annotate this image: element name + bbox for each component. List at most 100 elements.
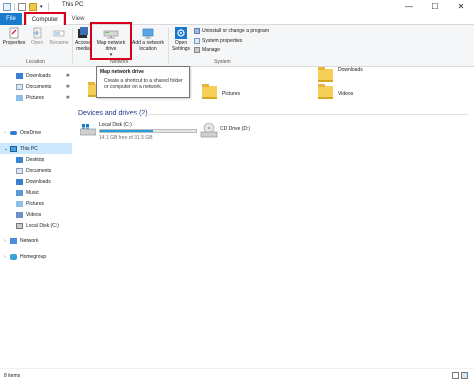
- cloud-icon: [10, 130, 17, 135]
- content-pane: Downloads Pictures Videos Devices and dr…: [72, 67, 474, 366]
- disk-usage-fill: [100, 130, 153, 132]
- open-icon: [31, 27, 43, 39]
- nav-label: Music: [26, 189, 40, 196]
- homegroup-icon: [10, 253, 17, 260]
- nav-label: Downloads: [26, 178, 51, 185]
- app-icon[interactable]: [3, 2, 11, 11]
- download-icon: [16, 72, 23, 79]
- nav-item-documents[interactable]: Documents ✱: [0, 81, 72, 92]
- programs-icon: [194, 28, 200, 34]
- nav-item-downloads-pc[interactable]: Downloads: [0, 176, 72, 187]
- nav-item-videos[interactable]: Videos: [0, 209, 72, 220]
- access-media-label: Access media: [74, 40, 92, 52]
- download-icon: [16, 178, 23, 185]
- ribbon-tabs: File Computer View: [0, 13, 474, 25]
- documents-icon: [16, 167, 23, 174]
- large-icons-view-button[interactable]: [461, 372, 468, 379]
- uninstall-program-button[interactable]: Uninstall or change a program: [194, 28, 269, 34]
- nav-item-network[interactable]: › Network: [0, 235, 72, 246]
- computer-icon: [10, 145, 17, 152]
- pictures-folder-icon[interactable]: [202, 84, 217, 99]
- rename-button[interactable]: Rename: [48, 27, 70, 46]
- manage-label: Manage: [202, 47, 221, 53]
- status-bar: 8 items: [0, 368, 474, 381]
- nav-label: Downloads: [26, 72, 51, 79]
- pin-icon[interactable]: ✱: [66, 95, 70, 101]
- gear-icon: [175, 27, 187, 39]
- folder-label-pictures[interactable]: Pictures: [222, 91, 240, 97]
- disk-usage-bar: [99, 129, 197, 133]
- nav-item-downloads[interactable]: Downloads ✱: [0, 70, 72, 81]
- cd-drive-item[interactable]: CD Drive (D:): [200, 122, 280, 142]
- nav-label: Videos: [26, 211, 42, 218]
- nav-label: Desktop: [26, 156, 45, 163]
- pictures-icon: [16, 94, 23, 101]
- add-network-location-label: Add a network location: [132, 40, 164, 52]
- open-label: Open: [30, 40, 44, 46]
- nav-item-documents-pc[interactable]: Documents: [0, 165, 72, 176]
- videos-folder-icon[interactable]: [318, 84, 333, 99]
- nav-item-pictures-pc[interactable]: Pictures: [0, 198, 72, 209]
- add-network-location-button[interactable]: Add a network location: [130, 27, 166, 52]
- group-divider: [168, 28, 169, 64]
- videos-icon: [16, 211, 23, 218]
- section-divider: [128, 114, 468, 115]
- open-settings-button[interactable]: Open Settings: [170, 27, 192, 52]
- nav-item-homegroup[interactable]: › Homegroup: [0, 251, 72, 262]
- nav-label: Pictures: [26, 94, 45, 101]
- tooltip-map-network-drive: Map network drive Create a shortcut to a…: [96, 66, 190, 98]
- drive-icon: [16, 222, 23, 229]
- manage-button[interactable]: Manage: [194, 47, 220, 53]
- pin-icon[interactable]: ✱: [66, 73, 70, 79]
- nav-label: This PC: [20, 145, 38, 152]
- network-location-icon: [142, 27, 154, 39]
- system-properties-button[interactable]: System properties: [194, 38, 242, 44]
- properties-icon: [8, 27, 20, 39]
- chevron-down-icon[interactable]: ▾: [40, 3, 45, 11]
- nav-item-local-disk[interactable]: Local Disk (C:): [0, 220, 72, 231]
- properties-button[interactable]: Properties: [2, 27, 26, 46]
- nav-label: Network: [20, 237, 39, 244]
- media-icon: [77, 27, 89, 39]
- close-button[interactable]: ✕: [448, 0, 474, 13]
- nav-item-onedrive[interactable]: › OneDrive: [0, 127, 72, 138]
- folder-label-downloads[interactable]: Downloads: [338, 67, 363, 73]
- view-switcher: [452, 372, 468, 379]
- nav-label: Documents: [26, 167, 52, 174]
- cd-drive-icon: [200, 122, 218, 138]
- open-settings-label: Open Settings: [171, 40, 191, 52]
- toolbar-separator: [14, 2, 15, 11]
- system-properties-icon: [194, 38, 200, 44]
- rename-label: Rename: [49, 40, 69, 46]
- details-view-button[interactable]: [452, 372, 459, 379]
- downloads-folder-icon[interactable]: [318, 67, 333, 82]
- highlight-box-map-network-drive: [90, 22, 132, 60]
- nav-label: Local Disk (C:): [26, 222, 59, 229]
- group-divider: [72, 28, 73, 64]
- item-count: 8 items: [4, 373, 21, 379]
- disk-free-space: 14.1 GB free of 31.5 GB: [99, 135, 153, 141]
- nav-item-pictures[interactable]: Pictures ✱: [0, 92, 72, 103]
- nav-item-this-pc[interactable]: ⌄ This PC: [0, 143, 72, 154]
- minimize-button[interactable]: —: [396, 0, 422, 13]
- title-bar: ▾ This PC — ☐ ✕: [0, 0, 474, 13]
- quick-access-toolbar: ▾: [3, 2, 49, 11]
- open-button[interactable]: Open: [28, 27, 46, 46]
- properties-icon[interactable]: [18, 2, 26, 11]
- tab-view[interactable]: View: [68, 13, 88, 25]
- desktop-icon: [16, 156, 23, 163]
- folder-label-videos[interactable]: Videos: [338, 91, 353, 97]
- maximize-button[interactable]: ☐: [422, 0, 448, 13]
- cd-drive-label: CD Drive (D:): [220, 126, 250, 132]
- local-disk-item[interactable]: Local Disk (C:) 14.1 GB free of 31.5 GB: [80, 122, 198, 144]
- windows-drive-icon: [80, 124, 96, 136]
- uninstall-label: Uninstall or change a program: [202, 28, 269, 34]
- new-folder-icon[interactable]: [29, 2, 37, 11]
- documents-icon: [16, 83, 23, 90]
- nav-label: Pictures: [26, 200, 45, 207]
- pin-icon[interactable]: ✱: [66, 84, 70, 90]
- nav-item-music[interactable]: Music: [0, 187, 72, 198]
- nav-label: Homegroup: [20, 253, 47, 260]
- tab-file[interactable]: File: [0, 13, 22, 25]
- nav-item-desktop[interactable]: Desktop: [0, 154, 72, 165]
